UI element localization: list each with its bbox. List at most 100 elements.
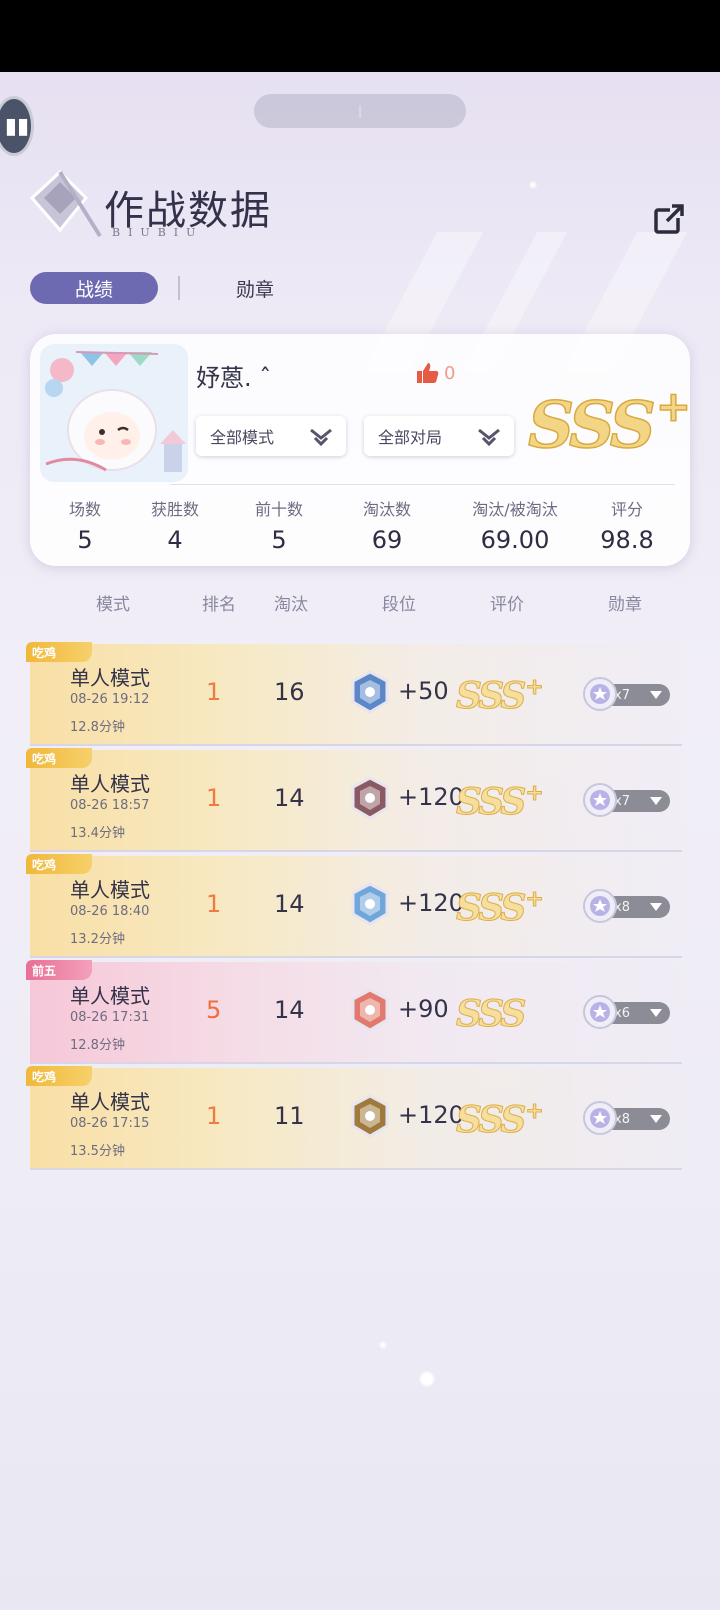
match-grade-plus: +	[525, 886, 545, 913]
match-filter-dropdown[interactable]: 全部对局	[364, 416, 514, 456]
stat-eliminations: 淘汰数 69	[352, 496, 422, 554]
pause-button[interactable]: ▮▮	[0, 96, 34, 156]
stat-label: 淘汰/被淘汰	[472, 500, 558, 519]
match-date: 08-26 18:40	[70, 904, 150, 919]
match-grade-text: SSS	[455, 1099, 526, 1142]
chevron-down-icon	[650, 1009, 662, 1017]
stat-label: 场数	[68, 500, 101, 519]
tab-medals[interactable]: 勋章	[210, 272, 300, 304]
match-rank: 1	[206, 1102, 222, 1130]
medal-icon	[583, 783, 617, 817]
match-date: 08-26 17:31	[70, 1010, 150, 1025]
match-date: 08-26 17:15	[70, 1116, 150, 1131]
page-subtitle: BIUBIU	[112, 226, 204, 239]
match-rank: 1	[206, 890, 222, 918]
match-date: 08-26 19:12	[70, 692, 150, 707]
match-eliminations: 14	[274, 890, 305, 918]
username: 妤蒽. ˆ	[196, 364, 272, 392]
overall-grade-plus: +	[655, 381, 692, 432]
profile-card: 妤蒽. ˆ 0 全部模式 全部对局 SSS+ 场数 5 获胜数 4 前十数 5 …	[30, 334, 692, 566]
stat-label: 前十数	[254, 500, 303, 519]
tab-records[interactable]: 战绩	[30, 272, 158, 304]
chevron-down-icon	[310, 428, 332, 447]
match-duration: 13.2分钟	[70, 932, 125, 947]
stat-value: 98.8	[600, 526, 654, 554]
match-eliminations: 14	[274, 996, 305, 1024]
match-grade-plus: +	[525, 780, 545, 807]
match-filter-label: 全部对局	[378, 428, 443, 447]
overall-grade-text: SSS	[527, 387, 656, 464]
result-ribbon: 前五	[26, 960, 92, 980]
stat-label: 评分	[610, 500, 643, 519]
match-grade: SSS+	[455, 780, 545, 824]
sparkle	[380, 1342, 386, 1348]
match-grade-text: SSS	[455, 781, 526, 824]
match-grade-plus: +	[525, 674, 545, 701]
match-grade-plus: +	[525, 1098, 545, 1125]
stat-score: 评分 98.8	[596, 496, 658, 554]
match-duration: 13.4分钟	[70, 826, 125, 841]
top-pill-divider: |	[357, 104, 363, 118]
match-grade: SSS+	[455, 674, 545, 718]
sparkle	[420, 1372, 434, 1386]
status-bar	[0, 0, 720, 72]
tier-badge-icon	[351, 882, 389, 926]
tier-delta: +120	[398, 889, 464, 917]
top-pill[interactable]: |	[254, 94, 466, 128]
medal-icon	[583, 889, 617, 923]
match-duration: 12.8分钟	[70, 720, 125, 735]
match-row[interactable]: 前五 单人模式 08-26 17:31 12.8分钟 5 14 +90 SSS x6	[26, 960, 682, 1064]
tab-divider	[178, 276, 180, 300]
like-count: 0	[444, 362, 456, 384]
pause-icon: ▮▮	[4, 113, 30, 139]
title-deco-icon	[29, 169, 102, 238]
match-rank: 1	[206, 678, 222, 706]
tier-delta: +50	[398, 677, 449, 705]
match-rank: 5	[206, 996, 222, 1024]
mode-filter-dropdown[interactable]: 全部模式	[196, 416, 346, 456]
tier-badge-icon	[351, 776, 389, 820]
sparkle	[530, 182, 536, 188]
chevron-down-icon	[478, 428, 500, 447]
match-duration: 12.8分钟	[70, 1038, 125, 1053]
like-button[interactable]: 0	[416, 362, 455, 384]
external-share-icon[interactable]	[652, 202, 686, 236]
stat-value: 5	[77, 526, 93, 554]
stat-label: 获胜数	[150, 500, 199, 519]
thumbs-up-icon	[417, 363, 439, 383]
match-rank: 1	[206, 784, 222, 812]
match-mode: 单人模式	[70, 1090, 150, 1114]
avatar[interactable]	[40, 344, 188, 482]
match-mode: 单人模式	[70, 666, 150, 690]
medal-icon	[583, 995, 617, 1029]
column-header-grade: 评价	[490, 595, 524, 615]
column-header-eliminations: 淘汰	[274, 595, 308, 615]
match-eliminations: 11	[274, 1102, 305, 1130]
result-ribbon: 吃鸡	[26, 1066, 92, 1086]
tier-delta: +120	[398, 783, 464, 811]
match-row[interactable]: 吃鸡 单人模式 08-26 17:15 13.5分钟 1 11 +120 SSS+ x8	[26, 1066, 682, 1170]
overall-grade: SSS+	[527, 381, 692, 464]
stat-matches: 场数 5	[52, 496, 118, 554]
match-mode: 单人模式	[70, 984, 150, 1008]
chevron-down-icon	[650, 1115, 662, 1123]
match-date: 08-26 18:57	[70, 798, 150, 813]
stat-label: 淘汰数	[362, 500, 411, 519]
tier-delta: +120	[398, 1101, 464, 1129]
column-header-medals: 勋章	[608, 595, 642, 615]
match-row[interactable]: 吃鸡 单人模式 08-26 18:40 13.2分钟 1 14 +120 SSS+ x8	[26, 854, 682, 958]
tier-badge-icon	[351, 670, 389, 714]
match-row[interactable]: 吃鸡 单人模式 08-26 18:57 13.4分钟 1 14 +120 SSS+ x7	[26, 748, 682, 852]
stat-value: 69	[371, 526, 403, 554]
match-grade: SSS+	[455, 1098, 545, 1142]
result-ribbon: 吃鸡	[26, 854, 92, 874]
match-row[interactable]: 吃鸡 单人模式 08-26 19:12 12.8分钟 1 16 +50 SSS+ x7	[26, 642, 682, 746]
medal-icon	[583, 1101, 617, 1135]
stat-value: 5	[271, 526, 287, 554]
result-ribbon: 吃鸡	[26, 642, 92, 662]
match-mode: 单人模式	[70, 878, 150, 902]
column-header-tier: 段位	[382, 595, 416, 615]
tier-delta: +90	[398, 995, 449, 1023]
match-grade: SSS	[455, 992, 526, 1036]
card-divider	[170, 484, 675, 485]
